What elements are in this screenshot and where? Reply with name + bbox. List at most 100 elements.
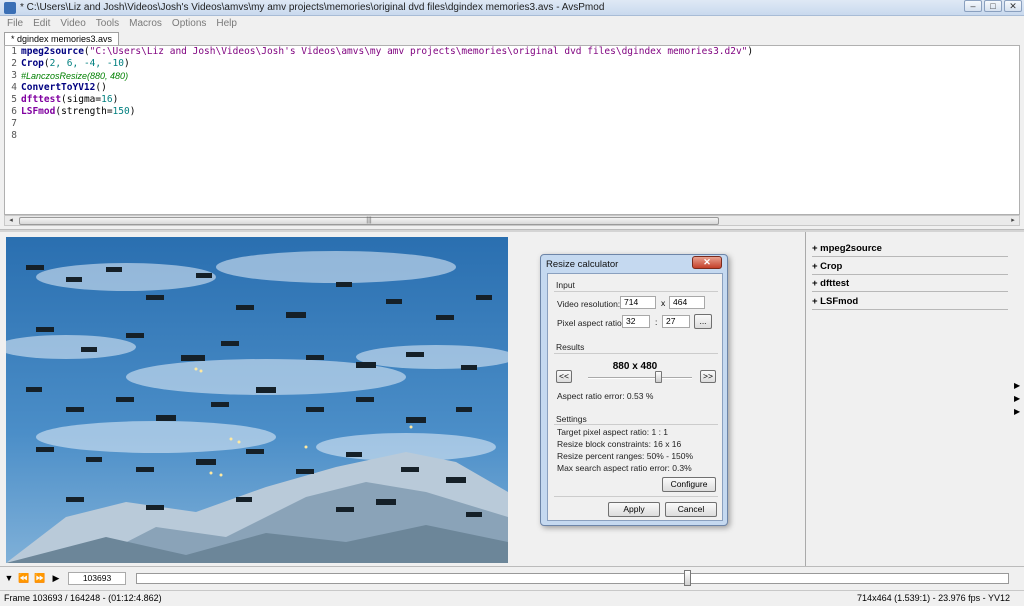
window-title: * C:\Users\Liz and Josh\Videos\Josh's Vi… <box>20 2 605 13</box>
line-number: 4 <box>11 82 17 93</box>
status-frame-info: Frame 103693 / 164248 - (01:12:4.862) <box>4 593 162 603</box>
minimize-button[interactable]: – <box>964 0 982 12</box>
app-icon <box>4 1 16 14</box>
menu-file[interactable]: File <box>2 18 28 29</box>
results-section-label: Results <box>556 342 585 352</box>
par-denominator-input[interactable]: 27 <box>662 315 690 328</box>
menu-bar: File Edit Video Tools Macros Options Hel… <box>0 16 1024 31</box>
frame-number-input[interactable]: 103693 <box>68 572 126 585</box>
filter-dfttest[interactable]: + dfttest <box>812 277 1008 292</box>
section-divider <box>554 291 718 292</box>
dialog-close-button[interactable]: ✕ <box>692 256 722 269</box>
menu-edit[interactable]: Edit <box>28 18 55 29</box>
result-slider-track[interactable] <box>588 377 692 379</box>
code-paren: ) <box>129 106 136 117</box>
code-line: ConvertToYV12() <box>21 82 1015 94</box>
input-section-label: Input <box>556 280 575 290</box>
line-number: 8 <box>11 130 17 141</box>
previous-result-button[interactable]: << <box>556 370 572 383</box>
scroll-right-icon[interactable]: ▸ <box>1008 216 1018 225</box>
maximize-button[interactable]: □ <box>984 0 1002 12</box>
expand-arrow-icon[interactable]: ▶ <box>1014 408 1022 416</box>
window-controls: – □ ✕ <box>964 0 1022 12</box>
aspect-ratio-error: Aspect ratio error: 0.53 % <box>557 391 654 401</box>
setting-block-constraints: Resize block constraints: 16 x 16 <box>557 439 682 449</box>
par-numerator-input[interactable]: 32 <box>622 315 650 328</box>
code-function: dfttest <box>21 94 62 105</box>
result-size: 880 x 480 <box>612 361 658 372</box>
timeline-slider-track[interactable] <box>136 573 1009 584</box>
status-video-info: 714x464 (1.539:1) - 23.976 fps - YV12 <box>857 593 1010 603</box>
scrollbar-thumb[interactable]: ||| <box>19 217 719 225</box>
code-function: ConvertToYV12 <box>21 82 96 93</box>
code-function: mpeg2source <box>21 46 84 57</box>
script-editor[interactable]: 1 2 3 4 5 6 7 8 mpeg2source("C:\Users\Li… <box>4 45 1020 215</box>
scroll-left-icon[interactable]: ◂ <box>6 216 16 225</box>
apply-button[interactable]: Apply <box>608 502 660 517</box>
menu-video[interactable]: Video <box>55 18 90 29</box>
play-icon[interactable]: ▶ <box>50 573 62 584</box>
menu-macros[interactable]: Macros <box>124 18 167 29</box>
section-divider <box>554 353 718 354</box>
resize-calculator-dialog: Resize calculator ✕ Input Video resoluti… <box>540 254 728 526</box>
filter-lsfmod[interactable]: + LSFmod <box>812 295 1008 310</box>
cancel-button[interactable]: Cancel <box>665 502 717 517</box>
code-param: strength= <box>61 106 113 117</box>
next-result-button[interactable]: >> <box>700 370 716 383</box>
tab-bar: * dgindex memories3.avs <box>0 31 1024 45</box>
play-menu-icon[interactable]: ▼ <box>3 573 15 583</box>
code-area[interactable]: mpeg2source("C:\Users\Liz and Josh\Video… <box>21 46 1015 118</box>
line-number: 3 <box>11 70 17 81</box>
code-line: mpeg2source("C:\Users\Liz and Josh\Video… <box>21 46 1015 58</box>
par-browse-button[interactable]: ... <box>694 314 712 329</box>
video-resolution-label: Video resolution: <box>557 299 621 309</box>
title-bar: * C:\Users\Liz and Josh\Videos\Josh's Vi… <box>0 0 1024 16</box>
section-divider <box>554 424 718 425</box>
code-paren: ) <box>112 94 119 105</box>
status-bar: Frame 103693 / 164248 - (01:12:4.862) 71… <box>0 590 1024 606</box>
code-number: 150 <box>112 106 130 117</box>
code-args: () <box>95 82 107 93</box>
menu-options[interactable]: Options <box>167 18 211 29</box>
configure-button[interactable]: Configure <box>662 477 716 492</box>
line-number-gutter: 1 2 3 4 5 6 7 8 <box>5 46 19 214</box>
dialog-title: Resize calculator <box>546 259 619 270</box>
setting-max-error: Max search aspect ratio error: 0.3% <box>557 463 692 473</box>
editor-horizontal-scrollbar[interactable]: ◂ ||| ▸ <box>4 215 1020 226</box>
code-line: dfttest(sigma=16) <box>21 94 1015 106</box>
expand-arrow-icon[interactable]: ▶ <box>1014 382 1022 390</box>
code-args: 2, 6, -4, -10 <box>49 58 124 69</box>
dialog-body: Input Video resolution: 714 x 464 Pixel … <box>547 273 723 521</box>
result-slider-thumb[interactable] <box>655 371 662 383</box>
code-function: Crop <box>21 58 44 69</box>
expand-arrow-icon[interactable]: ▶ <box>1014 395 1022 403</box>
code-param: sigma= <box>66 94 102 105</box>
menu-tools[interactable]: Tools <box>91 18 124 29</box>
code-line: LSFmod(strength=150) <box>21 106 1015 118</box>
line-number: 7 <box>11 118 17 129</box>
code-string: "C:\Users\Liz and Josh\Videos\Josh's Vid… <box>89 46 748 57</box>
timeline-bar: ▼ ⏪ ⏩ ▶ 103693 <box>0 566 1024 590</box>
timeline-slider-thumb[interactable] <box>683 570 691 586</box>
filter-mpeg2source[interactable]: + mpeg2source <box>812 242 1008 257</box>
line-number: 6 <box>11 106 17 117</box>
line-number: 5 <box>11 94 17 105</box>
next-frame-icon[interactable]: ⏩ <box>34 573 46 584</box>
code-line: #LanczosResize(880, 480) <box>21 70 1015 82</box>
code-line: Crop(2, 6, -4, -10) <box>21 58 1015 70</box>
code-function: LSFmod <box>21 106 56 117</box>
tab-script[interactable]: * dgindex memories3.avs <box>4 32 120 45</box>
video-width-input[interactable]: 714 <box>620 296 656 309</box>
filter-crop[interactable]: + Crop <box>812 260 1008 275</box>
video-height-input[interactable]: 464 <box>669 296 705 309</box>
close-button[interactable]: ✕ <box>1004 0 1022 12</box>
line-number: 1 <box>11 46 17 57</box>
pixel-aspect-label: Pixel aspect ratio: <box>557 318 625 328</box>
menu-help[interactable]: Help <box>211 18 242 29</box>
code-number: 16 <box>101 94 113 105</box>
video-frame[interactable] <box>6 237 508 563</box>
code-comment: #LanczosResize(880, 480) <box>21 71 129 81</box>
setting-target-par: Target pixel aspect ratio: 1 : 1 <box>557 427 669 437</box>
setting-percent-ranges: Resize percent ranges: 50% - 150% <box>557 451 694 461</box>
previous-frame-icon[interactable]: ⏪ <box>18 573 30 584</box>
